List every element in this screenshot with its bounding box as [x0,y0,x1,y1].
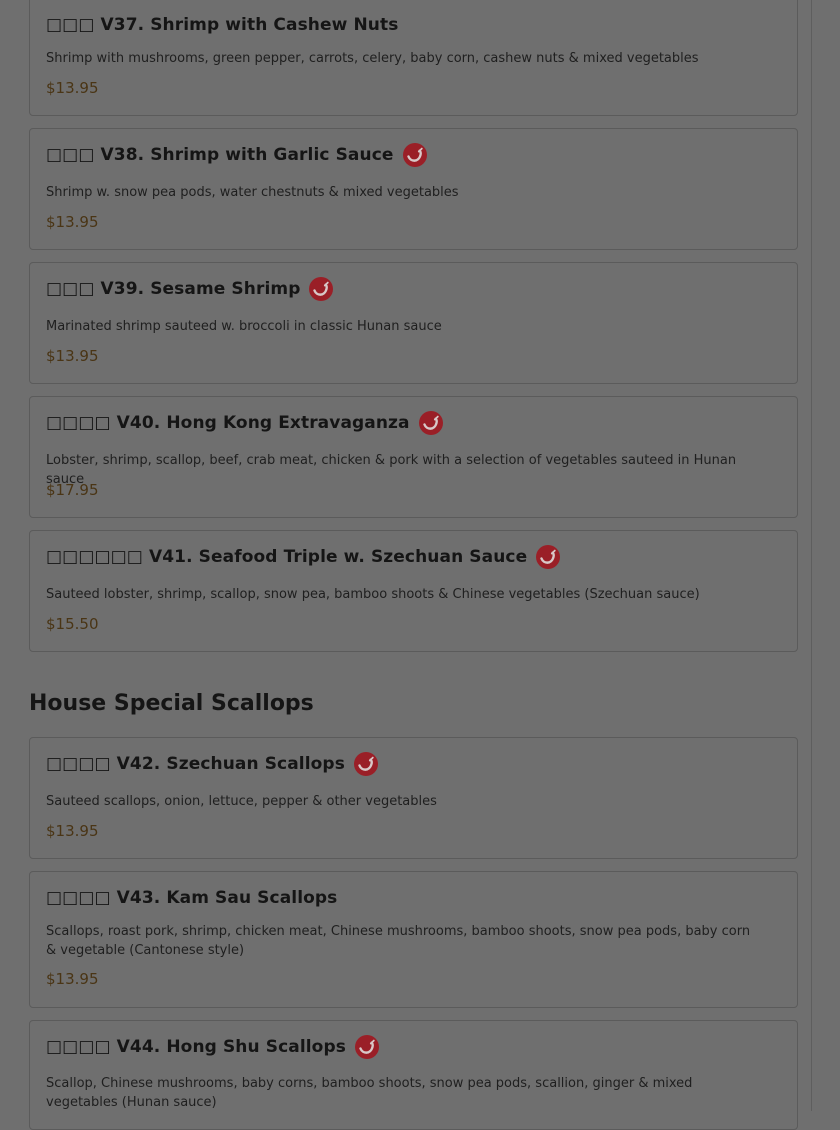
chili-icon [536,545,561,569]
menu-item-card[interactable]: □□□□□□ V41. Seafood Triple w. Szechuan S… [29,530,798,652]
menu-item-card[interactable]: □□□□ V42. Szechuan Scallops Sauteed scal… [29,737,798,859]
menu-item-price: $15.50 [46,615,99,633]
menu-item-card[interactable]: □□□□ V40. Hong Kong Extravaganza Lobster… [29,396,798,518]
menu-item-card[interactable]: □□□ V39. Sesame Shrimp Marinated shrimp … [29,262,798,384]
menu-item-price: $13.95 [46,347,99,365]
menu-item-description: Sauteed lobster, shrimp, scallop, snow p… [46,587,700,602]
menu-item-card[interactable]: □□□ V38. Shrimp with Garlic Sauce Shrimp… [29,128,798,250]
menu-item-title-row: □□□□ V43. Kam Sau Scallops [46,888,337,908]
menu-item-title: □□□□ V44. Hong Shu Scallops [46,1037,346,1057]
menu-item-description: Shrimp w. snow pea pods, water chestnuts… [46,185,459,200]
chili-icon [354,1035,379,1059]
menu-item-description: Sauteed scallops, onion, lettuce, pepper… [46,794,437,809]
menu-item-card[interactable]: □□□ V37. Shrimp with Cashew Nuts Shrimp … [29,0,798,116]
menu-item-title-row: □□□ V39. Sesame Shrimp [46,277,334,301]
menu-item-title: □□□□ V42. Szechuan Scallops [46,754,345,774]
menu-item-title-row: □□□□ V40. Hong Kong Extravaganza [46,411,443,435]
menu-item-card[interactable]: □□□□ V44. Hong Shu Scallops Scallop, Chi… [29,1020,798,1130]
menu-item-price: $13.95 [46,970,99,988]
chili-icon [418,411,443,435]
menu-item-price: $13.95 [46,213,99,231]
menu-item-title-row: □□□□□□ V41. Seafood Triple w. Szechuan S… [46,545,561,569]
menu-item-title: □□□ V38. Shrimp with Garlic Sauce [46,145,394,165]
menu-item-price: $13.95 [46,822,99,840]
chili-icon [353,752,378,776]
menu-item-title: □□□ V39. Sesame Shrimp [46,279,301,299]
menu-item-description: Lobster, shrimp, scallop, beef, crab mea… [46,453,737,487]
chili-icon [309,277,334,301]
section-title: House Special Scallops [29,691,314,716]
menu-item-description: Marinated shrimp sauteed w. broccoli in … [46,319,442,334]
menu-item-price: $13.95 [46,79,99,97]
menu-item-title-row: □□□ V38. Shrimp with Garlic Sauce [46,143,427,167]
menu-item-title: □□□□ V40. Hong Kong Extravaganza [46,413,410,433]
menu-item-price: $17.95 [46,481,99,499]
menu-item-title: □□□□ V43. Kam Sau Scallops [46,888,338,908]
menu-item-title-row: □□□□ V44. Hong Shu Scallops [46,1035,379,1059]
menu-item-description: Shrimp with mushrooms, green pepper, car… [46,51,699,66]
menu-item-title: □□□□□□ V41. Seafood Triple w. Szechuan S… [46,547,528,567]
menu-item-description: Scallops, roast pork, shrimp, chicken me… [46,924,751,958]
menu-item-description: Scallop, Chinese mushrooms, baby corns, … [46,1076,693,1110]
menu-page: □□□ V37. Shrimp with Cashew Nuts Shrimp … [0,0,812,1130]
menu-item-title-row: □□□ V37. Shrimp with Cashew Nuts [46,15,398,35]
menu-item-card[interactable]: □□□□ V43. Kam Sau Scallops Scallops, roa… [29,871,798,1008]
menu-item-title-row: □□□□ V42. Szechuan Scallops [46,752,378,776]
chili-icon [402,143,427,167]
menu-item-title: □□□ V37. Shrimp with Cashew Nuts [46,15,399,35]
